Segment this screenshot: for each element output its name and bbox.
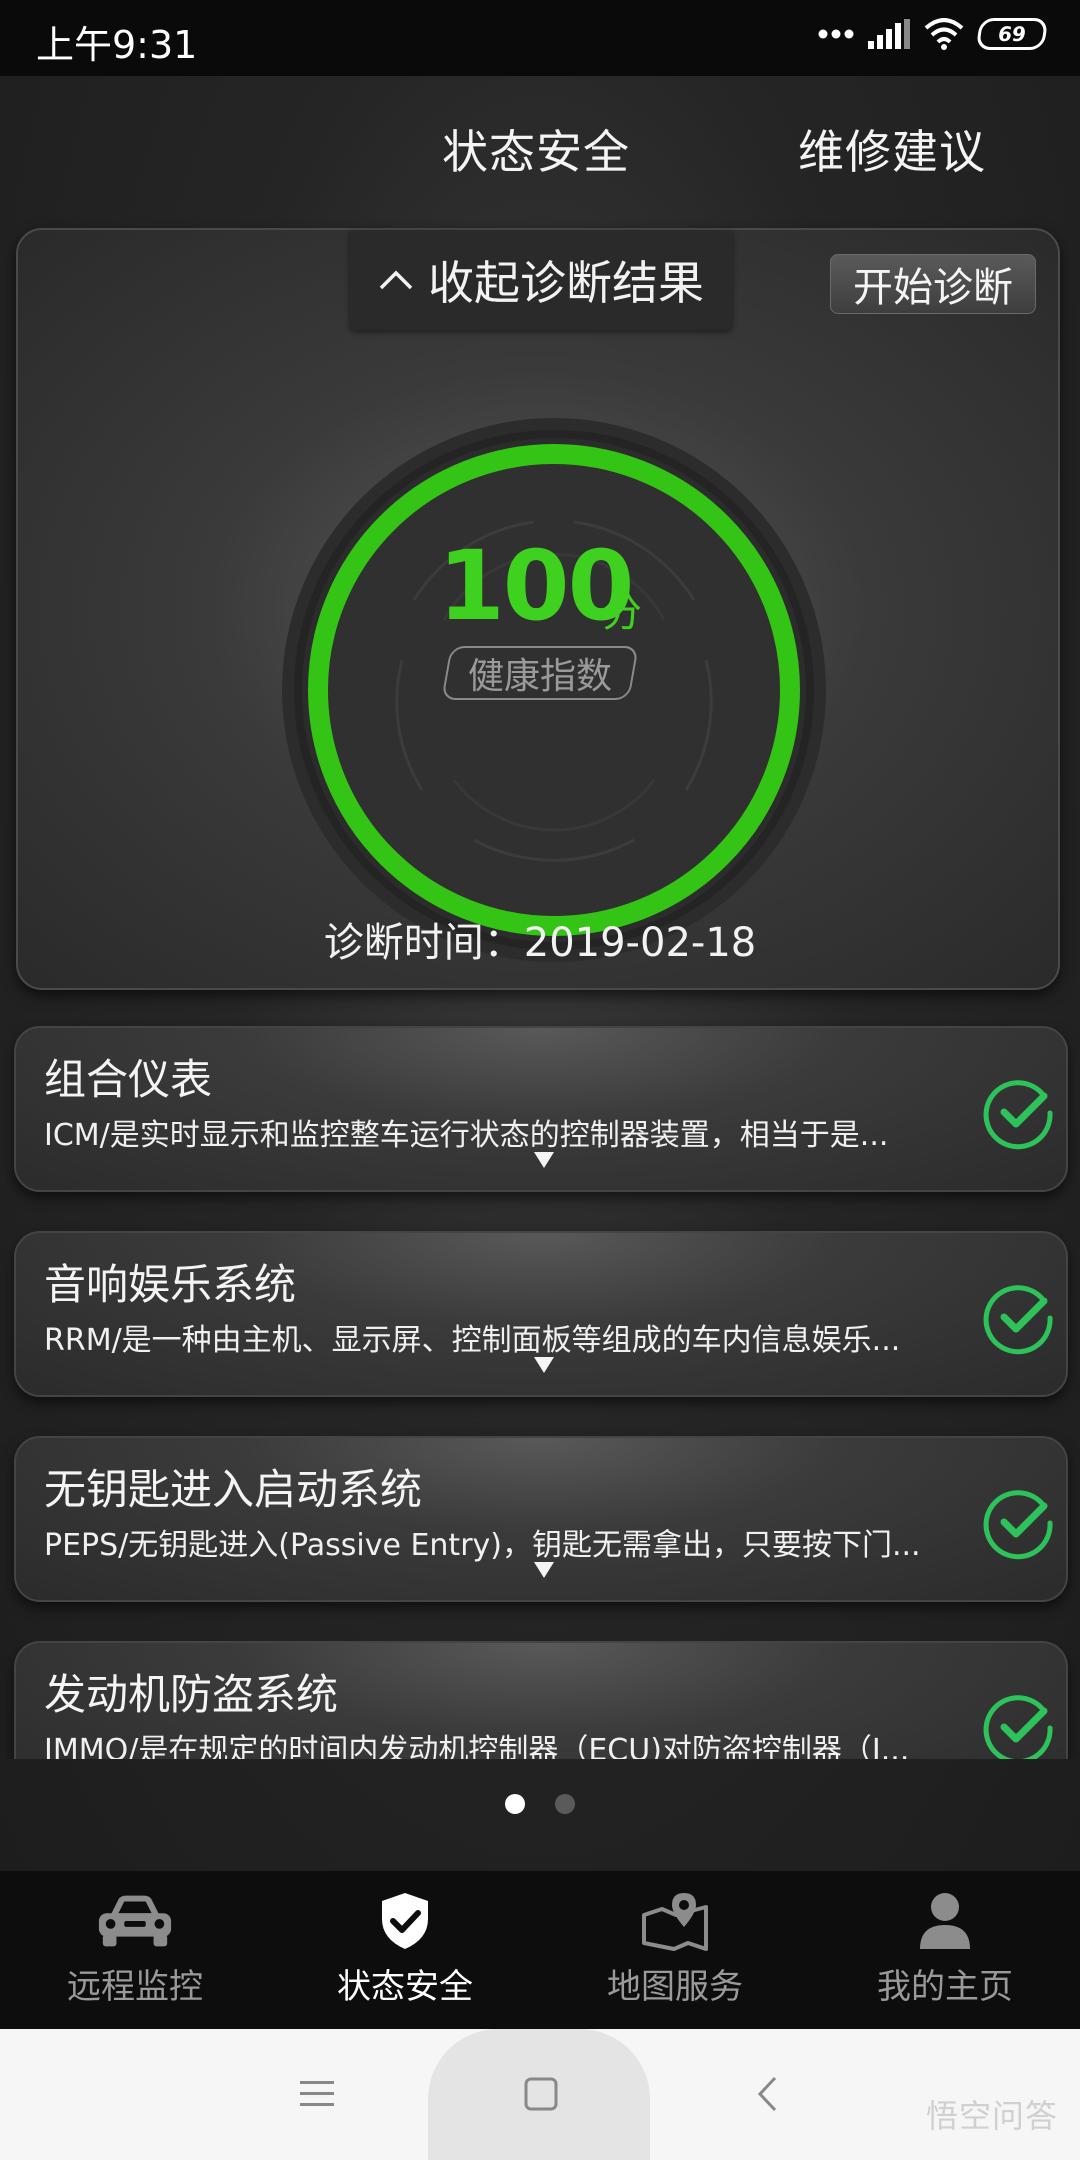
expand-arrow-icon[interactable] (534, 1357, 554, 1373)
system-nav-bar: 悟空问答 (0, 2029, 1080, 2160)
start-diagnosis-button[interactable]: 开始诊断 (830, 254, 1036, 314)
wifi-icon (924, 18, 964, 50)
item-description: RRM/是一种由主机、显示屏、控制面板等组成的车内信息娱乐... (44, 1323, 901, 1358)
status-bar: 上午9:31 69 (0, 0, 1080, 76)
collapse-results-button[interactable]: 收起诊断结果 (350, 230, 732, 330)
health-card: 收起诊断结果 开始诊断 100 分 健康指数 诊断时间：2019-02-18 (16, 228, 1060, 990)
status-icons: 69 (818, 18, 1049, 50)
check-circle-icon (983, 1490, 1053, 1560)
tab-status-safety[interactable]: 状态安全 (442, 116, 630, 182)
item-title: 无钥匙进入启动系统 (44, 1465, 423, 1514)
nav-item-remote-monitor[interactable]: 远程监控 (0, 1871, 270, 2029)
nav-item-my-home[interactable]: 我的主页 (810, 1871, 1080, 2029)
page-dot-active[interactable] (505, 1794, 525, 1814)
item-description: IMMO/是在规定的时间内发动机控制器（ECU)对防盗控制器（I... (44, 1733, 910, 1759)
nav-label: 我的主页 (877, 1967, 1013, 2007)
system-item-card[interactable]: 音响娱乐系统 RRM/是一种由主机、显示屏、控制面板等组成的车内信息娱乐... (14, 1231, 1068, 1397)
map-pin-icon (642, 1893, 708, 1951)
expand-arrow-icon[interactable] (534, 1562, 554, 1578)
system-item-card[interactable]: 无钥匙进入启动系统 PEPS/无钥匙进入(Passive Entry)，钥匙无需… (14, 1436, 1068, 1602)
item-title: 发动机防盗系统 (44, 1670, 339, 1719)
shield-check-icon (382, 1893, 428, 1949)
chevron-up-icon (379, 270, 413, 290)
expand-arrow-icon[interactable] (534, 1152, 554, 1168)
item-description: PEPS/无钥匙进入(Passive Entry)，钥匙无需拿出，只要按下门..… (44, 1528, 921, 1563)
more-dots-icon (818, 29, 854, 39)
nav-label: 远程监控 (67, 1967, 203, 2007)
status-time: 上午9:31 (36, 23, 198, 67)
battery-level: 69 (996, 22, 1028, 46)
system-item-card[interactable]: 组合仪表 ICM/是实时显示和监控整车运行状态的控制器装置，相当于是... (14, 1026, 1068, 1192)
health-index-badge: 健康指数 (441, 646, 639, 700)
battery-icon: 69 (975, 18, 1049, 50)
check-circle-icon (983, 1080, 1053, 1150)
back-icon[interactable] (756, 2075, 778, 2113)
system-item-card[interactable]: 发动机防盗系统 IMMO/是在规定的时间内发动机控制器（ECU)对防盗控制器（I… (14, 1641, 1068, 1759)
collapse-results-label: 收起诊断结果 (428, 256, 704, 310)
home-icon[interactable] (524, 2077, 558, 2111)
health-index-label: 健康指数 (467, 656, 612, 697)
nav-item-status-safety[interactable]: 状态安全 (270, 1871, 540, 2029)
health-score-unit: 分 (602, 590, 642, 636)
check-circle-icon (983, 1285, 1053, 1355)
item-description: ICM/是实时显示和监控整车运行状态的控制器装置，相当于是... (44, 1118, 889, 1153)
item-title: 音响娱乐系统 (44, 1260, 297, 1309)
person-icon (920, 1893, 970, 1949)
item-card-clip: 发动机防盗系统 IMMO/是在规定的时间内发动机控制器（ECU)对防盗控制器（I… (0, 1641, 1080, 1759)
car-icon (98, 1895, 172, 1947)
nav-label: 地图服务 (607, 1967, 743, 2007)
signal-icon (868, 19, 910, 49)
bottom-nav: 远程监控 状态安全 地图服务 我的主页 (0, 1871, 1080, 2029)
item-title: 组合仪表 (44, 1055, 213, 1104)
nav-label: 状态安全 (337, 1967, 473, 2007)
tab-repair-advice[interactable]: 维修建议 (798, 116, 986, 182)
page-dot[interactable] (555, 1794, 575, 1814)
menu-icon[interactable] (300, 2079, 334, 2109)
main-area: 状态安全 维修建议 收起诊断结果 开始诊断 100 分 健康指数 诊断时间：20… (0, 76, 1080, 1871)
nav-item-map-service[interactable]: 地图服务 (540, 1871, 810, 2029)
watermark: 悟空问答 (925, 2097, 1058, 2135)
check-circle-icon (983, 1695, 1053, 1759)
diagnosis-time: 诊断时间：2019-02-18 (323, 920, 757, 966)
